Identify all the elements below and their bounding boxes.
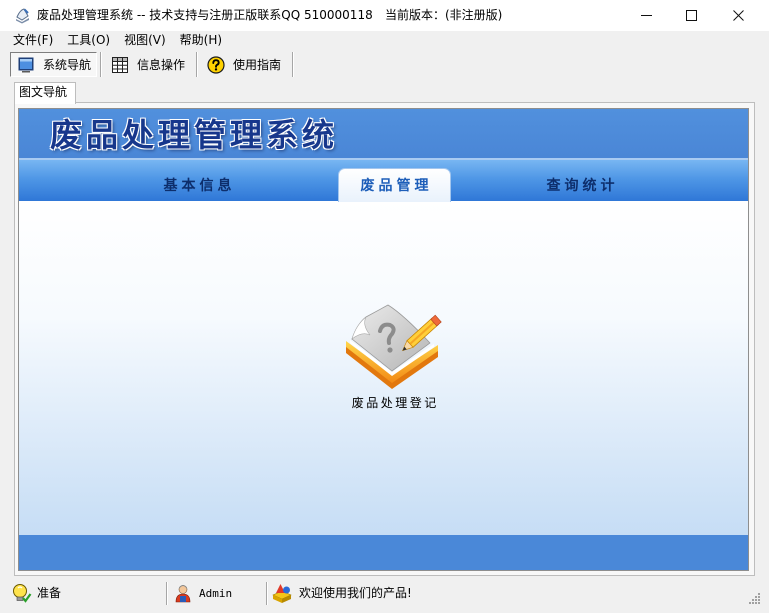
waste-disposal-register-item[interactable]: 废品处理登记 (334, 301, 454, 411)
nav-tab-waste-management[interactable]: 废品管理 (338, 168, 451, 202)
close-icon (732, 10, 744, 21)
menu-help[interactable]: 帮助(H) (173, 32, 229, 49)
menu-view[interactable]: 视图(V) (117, 32, 173, 49)
toolbar-separator (100, 52, 102, 77)
toolbar-separator (292, 52, 294, 77)
navigator-header: 废品处理管理系统 (19, 109, 748, 158)
app-icon[interactable] (14, 7, 31, 24)
resize-grip-icon[interactable] (749, 593, 761, 605)
menu-bar: 文件(F) 工具(O) 视图(V) 帮助(H) (6, 32, 229, 49)
status-separator (266, 582, 268, 605)
maximize-button[interactable] (668, 0, 714, 31)
status-bar: 准备 Admin 欢迎使用我们的产品! (0, 580, 769, 607)
navigator-content: 废品处理登记 (19, 201, 748, 535)
menu-file[interactable]: 文件(F) (6, 32, 60, 49)
minimize-button[interactable] (623, 0, 669, 31)
tab-label: 图文导航 (19, 85, 68, 99)
monitor-icon (17, 56, 35, 74)
status-user: Admin (199, 587, 233, 600)
minimize-icon (640, 15, 652, 16)
toolbar: 系统导航 信息操作 使用指南 (0, 49, 769, 79)
tab-graphic-navigation[interactable]: 图文导航 (14, 82, 76, 104)
version-label: 当前版本：(非注册版) (385, 8, 503, 22)
window-title: 废品处理管理系统 -- 技术支持与注册正版联系QQ 510000118 (37, 8, 373, 22)
waste-disposal-register-label: 废品处理登记 (351, 396, 439, 410)
nav-tab-query-statistics[interactable]: 查询统计 (524, 168, 637, 201)
status-ready: 准备 (37, 586, 62, 600)
toolbar-separator (196, 52, 198, 77)
shapes-icon (272, 584, 292, 603)
system-navigation-label: 系统导航 (43, 57, 92, 72)
grid-icon (111, 56, 129, 74)
status-separator (166, 582, 168, 605)
navigator-tab-bar: 基本信息 废品管理 查询统计 (19, 160, 748, 202)
status-message: 欢迎使用我们的产品! (299, 586, 412, 600)
nav-tab-basic-info[interactable]: 基本信息 (141, 168, 254, 201)
info-operation-label: 信息操作 (137, 57, 186, 72)
navigator-panel: 废品处理管理系统 基本信息 废品管理 查询统计 废品处理登记 (18, 108, 749, 571)
user-guide-label: 使用指南 (233, 57, 282, 72)
maximize-icon (685, 10, 697, 21)
book-pencil-icon[interactable] (344, 301, 444, 391)
title-bar[interactable]: 废品处理管理系统 -- 技术支持与注册正版联系QQ 510000118 当前版本… (0, 0, 769, 31)
user-icon (175, 585, 191, 603)
info-operation-button[interactable]: 信息操作 (104, 52, 192, 77)
help-icon (207, 55, 225, 74)
navigator-footer (19, 535, 748, 570)
menu-tools[interactable]: 工具(O) (60, 32, 117, 49)
system-navigation-button[interactable]: 系统导航 (10, 52, 97, 77)
app-title: 废品处理管理系统 (50, 116, 339, 154)
user-guide-button[interactable]: 使用指南 (200, 52, 288, 77)
lightbulb-icon (13, 584, 32, 603)
close-button[interactable] (715, 0, 761, 31)
